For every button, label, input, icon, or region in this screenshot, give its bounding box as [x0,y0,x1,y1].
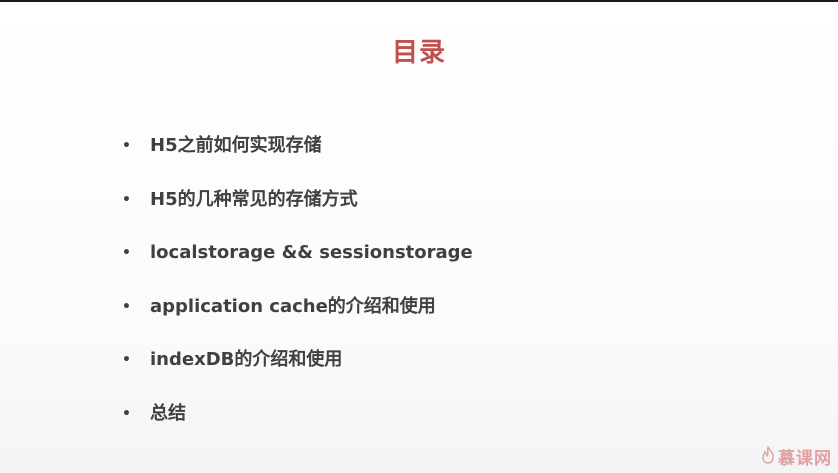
bullet: • [122,298,131,315]
toc-item-4: • application cache的介绍和使用 [122,293,473,347]
toc-item-label: H5的几种常见的存储方式 [150,188,358,210]
slide: 目录 • H5之前如何实现存储 • H5的几种常见的存储方式 • localst… [0,2,838,473]
slide-title: 目录 [391,38,446,68]
bullet: • [122,191,131,208]
toc-item-3: • localstorage && sessionstorage [122,239,473,293]
toc-item-2: • H5的几种常见的存储方式 [122,186,473,240]
watermark-logo: 慕课网 [761,444,832,469]
toc-item-6: • 总结 [122,400,473,454]
bullet: • [122,138,131,154]
table-of-contents: • H5之前如何实现存储 • H5的几种常见的存储方式 • localstora… [122,132,473,454]
toc-item-label: H5之前如何实现存储 [150,135,322,156]
bullet: • [122,405,131,422]
toc-item-5: • indexDB的介绍和使用 [122,346,473,400]
flame-icon [761,444,775,468]
toc-item-label: 总结 [150,402,186,424]
toc-item-1: • H5之前如何实现存储 [122,132,473,186]
toc-item-label: application cache的介绍和使用 [150,295,436,317]
watermark-text: 慕课网 [778,449,832,469]
toc-item-label: localstorage && sessionstorage [150,242,473,264]
toc-item-label: indexDB的介绍和使用 [150,349,343,371]
bullet: • [122,352,131,369]
bullet: • [122,245,131,262]
